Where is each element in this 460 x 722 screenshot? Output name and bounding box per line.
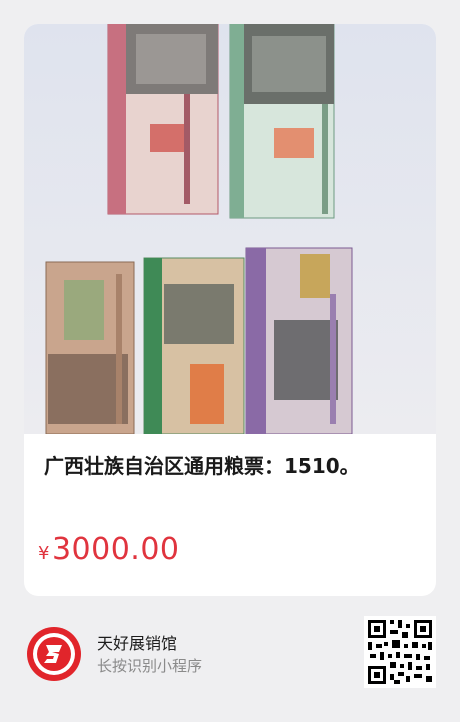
grain-ticket-green — [229, 24, 335, 219]
product-photo — [24, 24, 436, 435]
store-hint: 长按识别小程序 — [97, 657, 203, 675]
grain-ticket-tan — [45, 261, 135, 435]
store-logo-icon — [27, 627, 81, 681]
product-price: ¥3000.00 — [38, 532, 180, 567]
store-name: 天好展销馆 — [97, 634, 178, 653]
grain-ticket-purple — [245, 247, 353, 435]
qr-code-icon[interactable] — [364, 616, 436, 688]
currency-symbol: ¥ — [38, 543, 50, 564]
product-title: 广西壮族自治区通用粮票：1510。 — [44, 454, 360, 478]
product-card[interactable]: 广西壮族自治区通用粮票：1510。 ¥3000.00 — [24, 24, 436, 596]
grain-ticket-green-orange — [143, 257, 245, 435]
price-value: 3000.00 — [51, 532, 180, 567]
grain-ticket-pink — [107, 24, 219, 215]
